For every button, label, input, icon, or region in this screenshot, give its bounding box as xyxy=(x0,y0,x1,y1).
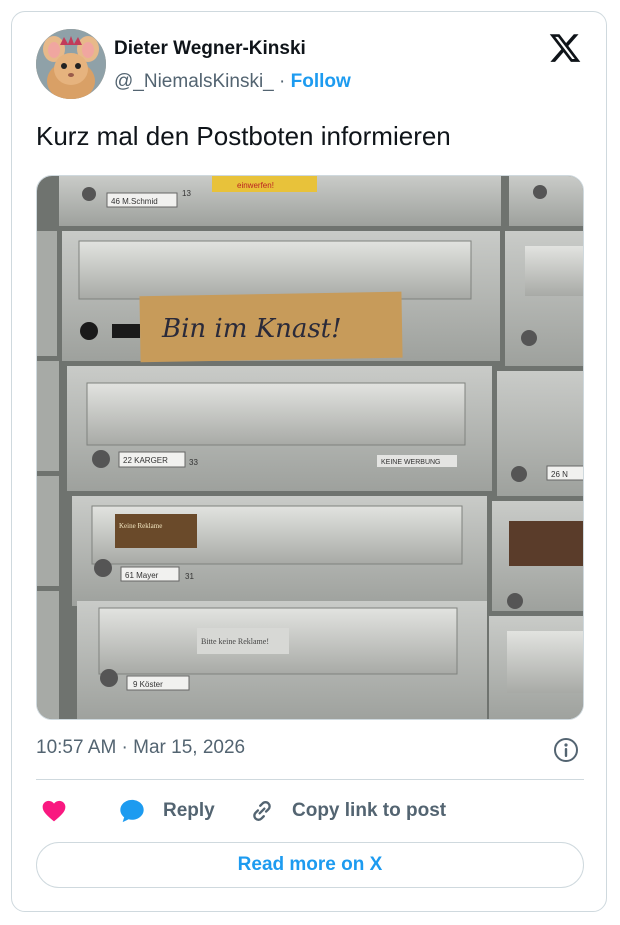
tweet-text: Kurz mal den Postboten informieren xyxy=(36,121,451,151)
label-low: 61 Mayer xyxy=(125,571,159,580)
label-low-num: 31 xyxy=(185,572,194,581)
label-sticker: Keine Reklame xyxy=(119,522,162,530)
info-icon[interactable] xyxy=(553,737,579,763)
reply-button[interactable]: Reply xyxy=(117,795,215,827)
label-top-left: 46 M.Schmid xyxy=(111,197,158,206)
label-bottom-note: Bitte keine Reklame! xyxy=(201,637,269,646)
copy-link-label: Copy link to post xyxy=(292,800,447,821)
avatar[interactable] xyxy=(36,29,106,99)
separator: · xyxy=(273,71,291,92)
label-mid-num: 33 xyxy=(189,458,198,467)
timestamp[interactable]: 10:57 AM · Mar 15, 2026 xyxy=(36,737,245,759)
label-top-num: 13 xyxy=(182,189,191,198)
handwritten-note: Bin im Knast! xyxy=(161,314,342,344)
like-button[interactable] xyxy=(40,795,68,827)
mailbox-photo: 46 M.Schmid 13 einwerfen! Bin im Knast! … xyxy=(37,176,583,719)
tweet-photo[interactable]: 46 M.Schmid 13 einwerfen! Bin im Knast! … xyxy=(36,175,584,720)
author-handle-line: @_NiemalsKinski_ · Follow xyxy=(114,71,351,93)
link-icon xyxy=(253,801,271,821)
heart-icon xyxy=(42,800,66,822)
read-more-button[interactable]: Read more on X xyxy=(36,842,584,888)
author-name[interactable]: Dieter Wegner-Kinski xyxy=(114,38,306,60)
speech-bubble-icon xyxy=(120,799,144,823)
divider xyxy=(36,779,584,780)
x-logo-icon[interactable] xyxy=(548,31,582,65)
follow-link[interactable]: Follow xyxy=(291,71,351,92)
avatar-image xyxy=(36,29,106,99)
label-bottom: 9 Köster xyxy=(133,680,163,689)
reply-label: Reply xyxy=(163,800,215,821)
label-top-tag: einwerfen! xyxy=(237,181,274,190)
copy-link-button[interactable]: Copy link to post xyxy=(248,795,446,827)
label-right: 26 N xyxy=(551,470,568,479)
author-handle[interactable]: @_NiemalsKinski_ xyxy=(114,71,274,92)
label-mid: 22 KARGER xyxy=(123,456,168,465)
label-mid-right: KEINE WERBUNG xyxy=(381,459,441,466)
